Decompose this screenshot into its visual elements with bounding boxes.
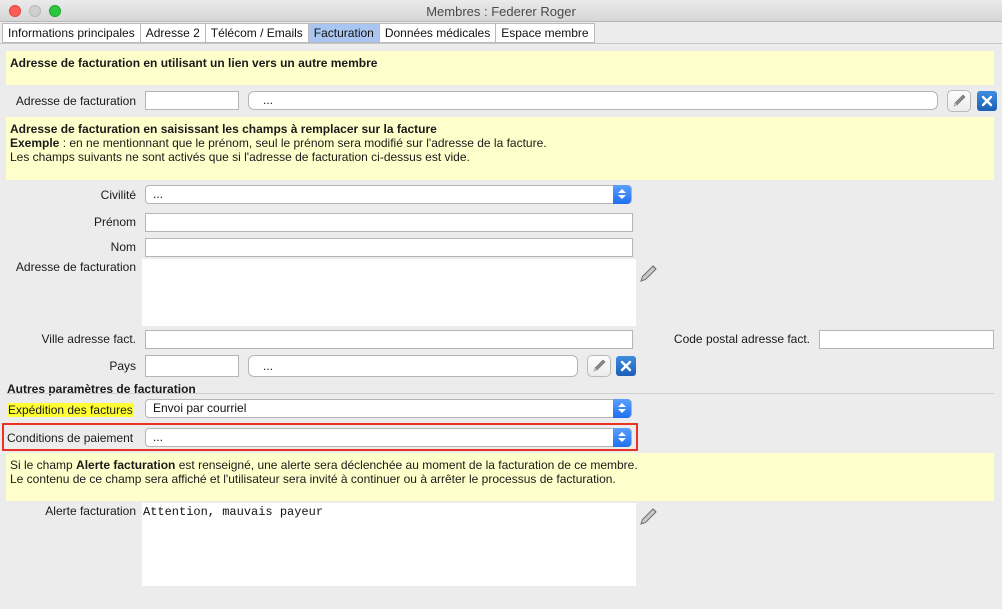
clear-billing-member-button[interactable] <box>977 91 997 111</box>
ville-input[interactable] <box>145 330 633 349</box>
adresse-label: Adresse de facturation <box>15 260 136 274</box>
info-box-alerte: Si le champ Alerte facturation est rense… <box>6 453 994 501</box>
clear-pays-button[interactable] <box>616 356 636 376</box>
chevron-updown-icon <box>613 399 631 418</box>
info-link-title: Adresse de facturation en utilisant un l… <box>10 56 378 70</box>
alerte-label: Alerte facturation <box>45 504 136 518</box>
edit-billing-member-button[interactable] <box>947 90 971 112</box>
tab-espace-membre[interactable]: Espace membre <box>496 23 595 43</box>
nom-input[interactable] <box>145 238 633 257</box>
info-fields-line3: Les champs suivants ne sont activés que … <box>10 150 470 164</box>
ville-label: Ville adresse fact. <box>41 332 137 346</box>
info-example-label: Exemple <box>10 136 60 150</box>
billing-member-code-input[interactable] <box>145 91 239 110</box>
civilite-label: Civilité <box>100 188 136 202</box>
tab-telecom-emails[interactable]: Télécom / Emails <box>205 23 309 43</box>
conditions-value: ... <box>153 430 164 444</box>
tab-facturation[interactable]: Facturation <box>308 23 380 43</box>
civilite-select[interactable]: ... <box>145 185 632 204</box>
chevron-updown-icon <box>613 428 631 447</box>
close-icon <box>981 95 993 107</box>
pays-code-input[interactable] <box>145 355 239 377</box>
pencil-icon <box>640 265 657 282</box>
billing-address-label: Adresse de facturation <box>15 94 136 108</box>
tab-donnees-medicales[interactable]: Données médicales <box>379 23 497 43</box>
chevron-updown-icon <box>613 185 631 204</box>
info-box-link: Adresse de facturation en utilisant un l… <box>6 51 994 85</box>
expedition-value: Envoi par courriel <box>153 401 247 415</box>
pencil-icon <box>593 359 606 372</box>
close-icon <box>620 360 632 372</box>
expedition-label: Expédition des factures <box>8 403 133 417</box>
tab-informations-principales[interactable]: Informations principales <box>2 23 141 43</box>
expedition-select[interactable]: Envoi par courriel <box>145 399 632 418</box>
tab-bar: Informations principales Adresse 2 Téléc… <box>2 23 595 43</box>
conditions-label: Conditions de paiement <box>7 431 134 445</box>
edit-alerte-button[interactable] <box>638 505 660 527</box>
pencil-icon <box>953 94 966 107</box>
adresse-textarea[interactable] <box>142 259 636 326</box>
edit-pays-button[interactable] <box>587 355 611 377</box>
title-bar: Membres : Federer Roger <box>0 0 1002 22</box>
edit-adresse-button[interactable] <box>638 262 660 284</box>
info-box-fields: Adresse de facturation en saisissant les… <box>6 117 994 180</box>
pays-name-field[interactable]: ... <box>248 355 578 377</box>
pencil-icon <box>640 508 657 525</box>
info-alerte-bold: Alerte facturation <box>76 458 176 472</box>
pays-label: Pays <box>109 359 136 373</box>
info-alerte-line2: Le contenu de ce champ sera affiché et l… <box>10 472 616 486</box>
section-divider <box>6 393 994 394</box>
window-title: Membres : Federer Roger <box>426 4 576 19</box>
prenom-label: Prénom <box>93 215 136 229</box>
nom-label: Nom <box>110 240 136 254</box>
billing-member-name-field[interactable]: ... <box>248 91 938 110</box>
alerte-textarea[interactable]: Attention, mauvais payeur <box>142 503 636 586</box>
info-fields-title: Adresse de facturation en saisissant les… <box>10 122 437 136</box>
code-postal-input[interactable] <box>819 330 994 349</box>
civilite-value: ... <box>153 187 164 201</box>
code-postal-label: Code postal adresse fact. <box>673 332 810 346</box>
prenom-input[interactable] <box>145 213 633 232</box>
info-example-text: : en ne mentionnant que le prénom, seul … <box>59 136 547 150</box>
tab-adresse-2[interactable]: Adresse 2 <box>140 23 206 43</box>
conditions-select[interactable]: ... <box>145 428 632 447</box>
